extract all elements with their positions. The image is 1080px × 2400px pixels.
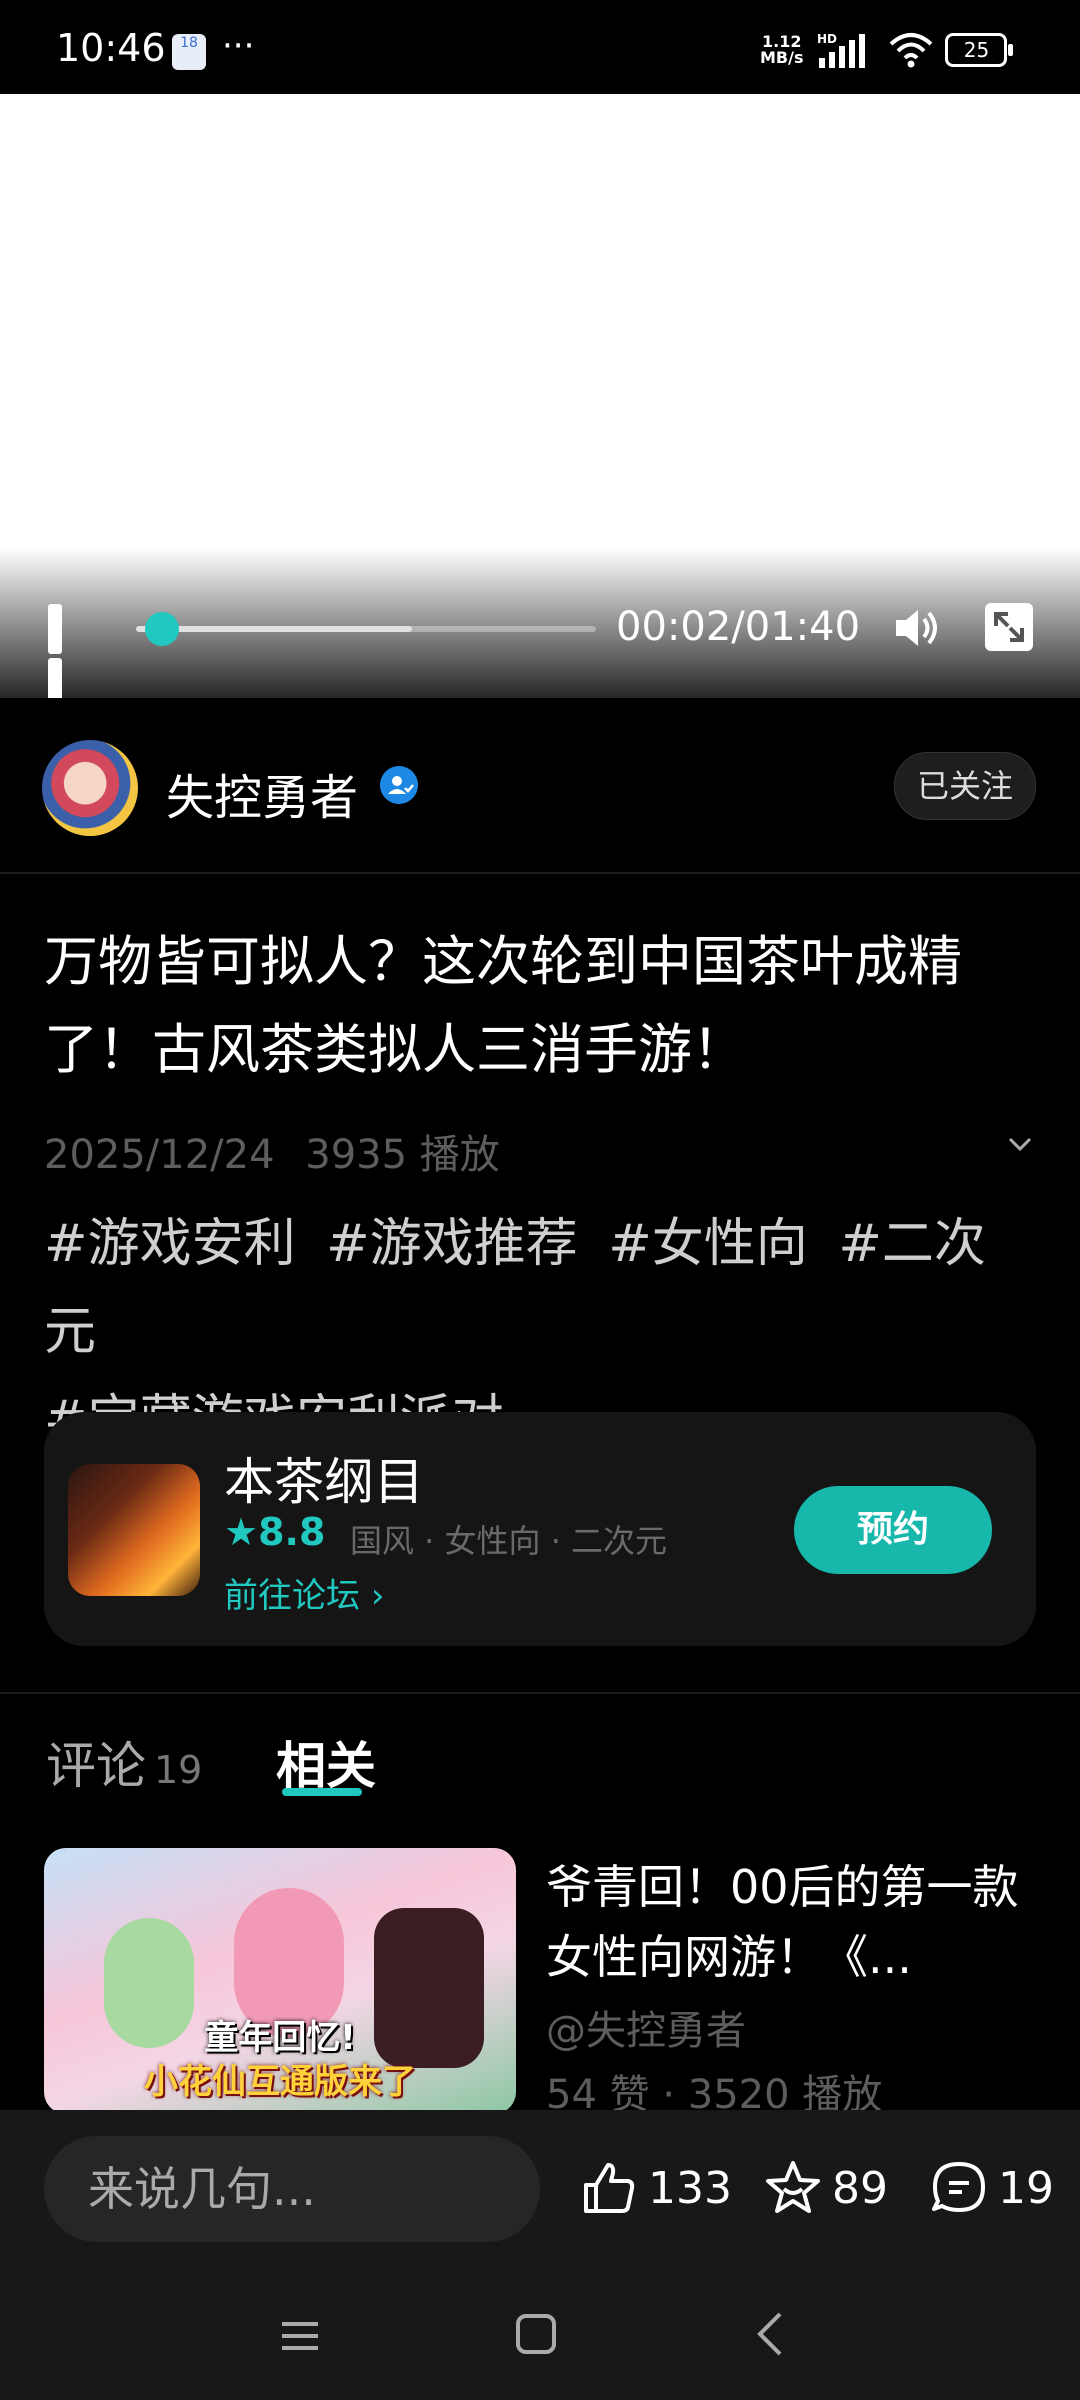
chevron-down-icon[interactable] [1004,1128,1036,1160]
svg-text:HD: HD [817,32,837,46]
related-author: @失控勇者 [546,2008,746,2054]
thumbnail-caption: 童年回忆! [204,2018,356,2058]
divider [0,872,1080,874]
bottom-action-bar: 来说几句... 133 89 19 [0,2110,1080,2280]
comment-button[interactable]: 19 [930,2156,1054,2220]
chevron-right-icon: › [370,1576,385,1616]
star-icon [766,2161,820,2213]
video-player[interactable]: 00:02/01:40 [0,94,1080,698]
author-avatar[interactable] [42,740,138,836]
divider [0,1692,1080,1694]
comment-input[interactable]: 来说几句... [44,2136,540,2242]
video-time: 00:02/01:40 [616,604,861,650]
volume-icon[interactable] [890,602,942,654]
progress-bar[interactable] [136,612,596,646]
like-count: 133 [648,2162,732,2214]
verified-icon [380,766,418,804]
favorite-count: 89 [832,2162,888,2214]
status-time: 10:46 [56,26,166,70]
favorite-button[interactable]: 89 [764,2156,888,2220]
game-tags: 国风 · 女性向 · 二次元 [350,1522,668,1560]
post-date: 2025/12/24 [44,1132,275,1178]
game-card[interactable]: 本茶纲目 ★8.8 国风 · 女性向 · 二次元 前往论坛 › 预约 [44,1412,1036,1646]
tag[interactable]: #游戏安利 [44,1214,296,1274]
network-speed: 1.12 MB/s [760,32,804,67]
home-icon[interactable] [514,2312,558,2356]
tag[interactable]: #游戏推荐 [326,1214,578,1274]
game-name[interactable]: 本茶纲目 [224,1442,424,1514]
comment-icon [932,2162,985,2212]
more-notifications-icon: ··· [222,26,255,66]
game-icon[interactable] [68,1464,200,1596]
related-thumbnail[interactable]: 童年回忆! 小花仙互通版来了 [44,1848,516,2114]
tab-indicator [282,1788,362,1796]
forum-link[interactable]: 前往论坛 › [224,1568,384,1617]
follow-button[interactable]: 已关注 [894,752,1036,820]
recent-apps-icon[interactable] [280,2316,320,2356]
back-icon[interactable] [752,2310,788,2358]
tag[interactable]: #女性向 [608,1214,808,1274]
like-button[interactable]: 133 [580,2156,732,2220]
post-plays: 3935 播放 [305,1132,500,1178]
pause-button[interactable] [48,604,96,698]
wifi-icon [890,33,933,68]
related-title[interactable]: 爷青回！00后的第一款女性向网游！《... [546,1852,1036,1992]
thumbnail-caption: 小花仙互通版来了 [144,2062,416,2102]
comment-count: 19 [998,2162,1054,2214]
thumbs-up-icon [584,2163,635,2213]
post-title: 万物皆可拟人？这次轮到中国茶叶成精了！古风茶类拟人三消手游！ [44,930,962,1081]
author-name[interactable]: 失控勇者 [166,758,358,828]
post-meta: 2025/12/24 3935 播放 [44,1122,500,1180]
game-rating: ★8.8 [224,1510,326,1554]
star-icon: ★ [224,1510,259,1554]
fullscreen-icon[interactable] [984,602,1034,652]
status-indicators: 1.12 MB/s HD 25 [760,28,1014,72]
reserve-button[interactable]: 预约 [794,1486,992,1574]
system-nav-bar [0,2280,1080,2400]
progress-knob[interactable] [145,612,180,646]
battery-icon: 25 [945,33,1014,67]
tab-comments[interactable]: 评论 19 [46,1726,202,1798]
comments-count: 19 [154,1748,203,1792]
signal-icon: HD [817,32,866,68]
status-bar: 10:46 18 ··· 1.12 MB/s HD 25 [0,0,1080,94]
notification-icon: 18 [172,34,206,70]
